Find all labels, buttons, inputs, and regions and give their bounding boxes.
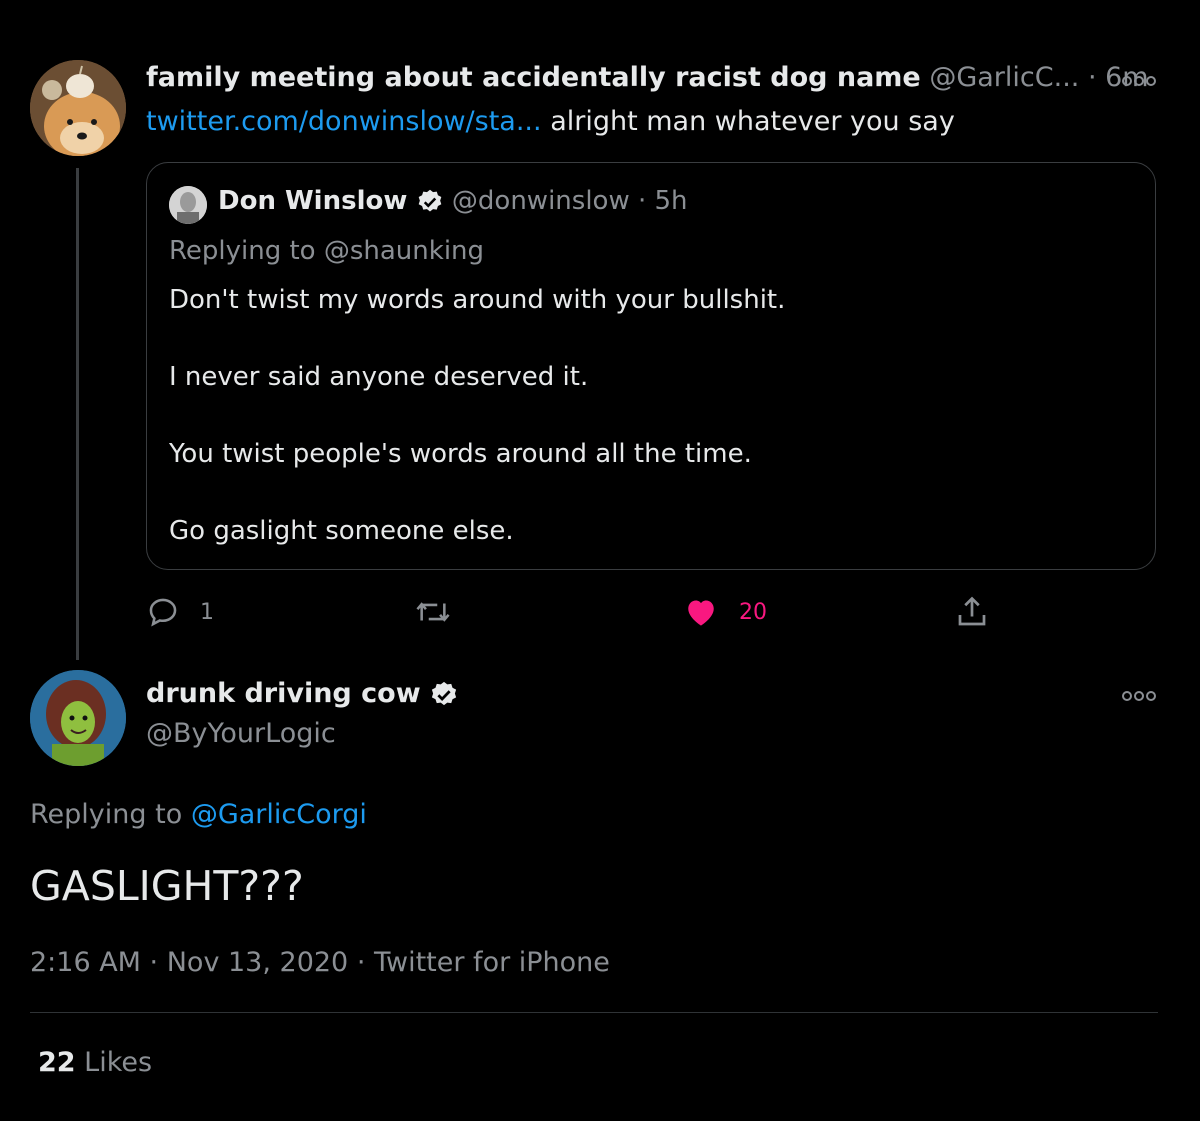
share-icon [958, 596, 986, 626]
avatar-donwinslow[interactable] [169, 186, 207, 224]
verified-badge-icon [432, 681, 457, 705]
quote-display-name[interactable]: Don Winslow [218, 186, 407, 216]
display-name[interactable]: family meeting about accidentally racist… [146, 62, 921, 93]
tweet-meta[interactable]: 2:16 AM · Nov 13, 2020 · Twitter for iPh… [30, 947, 610, 978]
verified-badge-icon [418, 189, 441, 211]
quote-line-3: You twist people's words around all the … [169, 439, 752, 469]
likes-label: Likes [75, 1047, 153, 1078]
quote-header: Don Winslow @donwinslow · 5h [218, 186, 688, 216]
tweet-top-header: family meeting about accidentally racist… [146, 62, 1149, 93]
reply-icon [149, 598, 177, 627]
reply-action[interactable]: 1 [146, 595, 214, 629]
replying-to-handle[interactable]: @GarlicCorgi [191, 799, 367, 830]
more-dots-icon [1122, 691, 1156, 701]
likes-summary[interactable]: 22 Likes [38, 1047, 152, 1078]
like-count: 20 [739, 599, 767, 625]
like-action[interactable]: 20 [683, 594, 767, 630]
retweet-action[interactable] [414, 595, 452, 633]
more-options-button[interactable] [1122, 73, 1156, 92]
quote-line-4: Go gaslight someone else. [169, 516, 514, 546]
replying-to: Replying to @GarlicCorgi [30, 799, 367, 830]
reply-count: 1 [200, 599, 214, 625]
quote-line-2: I never said anyone deserved it. [169, 362, 589, 392]
quote-handle-time[interactable]: @donwinslow · 5h [452, 186, 688, 216]
display-name[interactable]: drunk driving cow [146, 678, 421, 709]
quote-replying-to: Replying to @shaunking [169, 236, 485, 266]
divider [30, 1012, 1158, 1013]
tweet-text: alright man whatever you say [541, 106, 955, 137]
more-options-button[interactable] [1122, 688, 1156, 707]
tweet-main-text: GASLIGHT??? [30, 862, 304, 910]
quoted-tweet-link[interactable]: twitter.com/donwinslow/sta... [146, 106, 542, 137]
likes-count: 22 [38, 1047, 76, 1078]
share-action[interactable] [954, 594, 990, 634]
tweet-top-body: twitter.com/donwinslow/sta... alright ma… [146, 106, 955, 137]
handle-time[interactable]: @GarlicC... · 6m [929, 62, 1148, 93]
more-dots-icon [1122, 76, 1156, 86]
quote-line-1: Don't twist my words around with your bu… [169, 285, 786, 315]
thread-connector-line [76, 168, 79, 660]
tweet-main-header: drunk driving cow [146, 678, 459, 710]
avatar-garliccorgi[interactable] [30, 60, 126, 156]
heart-filled-icon [688, 600, 714, 626]
retweet-icon [416, 602, 450, 622]
handle[interactable]: @ByYourLogic [146, 718, 336, 749]
avatar-byyourlogic[interactable] [30, 670, 126, 766]
replying-to-prefix: Replying to [30, 799, 191, 830]
